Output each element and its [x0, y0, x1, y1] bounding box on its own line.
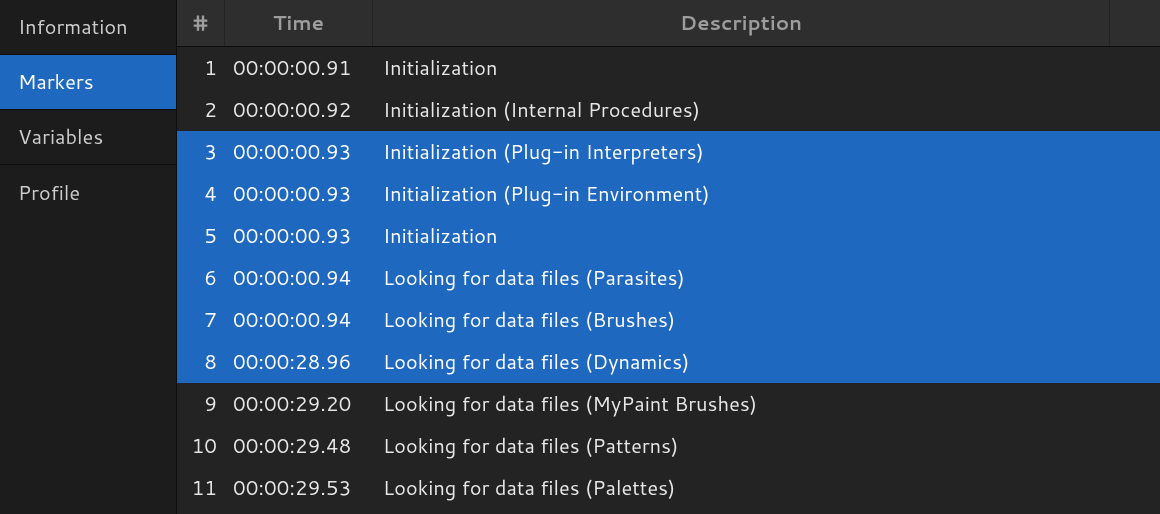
cell-description: Initialization — [373, 54, 1160, 82]
table-row[interactable]: 800:00:28.96Looking for data files (Dyna… — [177, 341, 1160, 383]
cell-time: 00:00:29.48 — [225, 432, 373, 460]
tab-label: Profile — [18, 179, 80, 207]
cell-description: Looking for data files (Brushes) — [373, 306, 1160, 334]
cell-number: 4 — [177, 180, 225, 208]
column-header-number[interactable]: # — [177, 0, 225, 46]
cell-description: Initialization (Plug-in Environment) — [373, 180, 1160, 208]
cell-description: Looking for data files (Dynamics) — [373, 348, 1160, 376]
table-row[interactable]: 600:00:00.94Looking for data files (Para… — [177, 257, 1160, 299]
tab-information[interactable]: Information — [0, 0, 176, 55]
tab-label: Markers — [18, 68, 94, 96]
table-row[interactable]: 900:00:29.20Looking for data files (MyPa… — [177, 383, 1160, 425]
cell-number: 5 — [177, 222, 225, 250]
cell-description: Initialization — [373, 222, 1160, 250]
tab-variables[interactable]: Variables — [0, 110, 176, 165]
cell-number: 1 — [177, 54, 225, 82]
cell-time: 00:00:29.53 — [225, 474, 373, 502]
cell-number: 3 — [177, 138, 225, 166]
tab-label: Information — [18, 13, 128, 41]
cell-time: 00:00:29.20 — [225, 390, 373, 418]
table-row[interactable]: 300:00:00.93Initialization (Plug-in Inte… — [177, 131, 1160, 173]
tab-profile[interactable]: Profile — [0, 165, 176, 220]
table-header: # Time Description — [177, 0, 1160, 47]
cell-number: 11 — [177, 474, 225, 502]
cell-description: Looking for data files (Palettes) — [373, 474, 1160, 502]
sidebar: Information Markers Variables Profile — [0, 0, 177, 514]
table-body: 100:00:00.91Initialization200:00:00.92In… — [177, 47, 1160, 514]
cell-number: 6 — [177, 264, 225, 292]
cell-time: 00:00:00.93 — [225, 180, 373, 208]
table-row[interactable]: 700:00:00.94Looking for data files (Brus… — [177, 299, 1160, 341]
table-row[interactable]: 500:00:00.93Initialization — [177, 215, 1160, 257]
table-row[interactable]: 100:00:00.91Initialization — [177, 47, 1160, 89]
cell-time: 00:00:00.93 — [225, 222, 373, 250]
tab-label: Variables — [18, 123, 103, 151]
cell-number: 2 — [177, 96, 225, 124]
cell-description: Looking for data files (Parasites) — [373, 264, 1160, 292]
cell-time: 00:00:28.96 — [225, 348, 373, 376]
tab-markers[interactable]: Markers — [0, 55, 176, 110]
cell-number: 10 — [177, 432, 225, 460]
cell-description: Initialization (Internal Procedures) — [373, 96, 1160, 124]
cell-time: 00:00:00.92 — [225, 96, 373, 124]
column-header-description[interactable]: Description — [373, 0, 1110, 46]
main-panel: # Time Description 100:00:00.91Initializ… — [177, 0, 1160, 514]
cell-time: 00:00:00.94 — [225, 264, 373, 292]
cell-time: 00:00:00.91 — [225, 54, 373, 82]
cell-number: 7 — [177, 306, 225, 334]
table-row[interactable]: 200:00:00.92Initialization (Internal Pro… — [177, 89, 1160, 131]
table-row[interactable]: 1000:00:29.48Looking for data files (Pat… — [177, 425, 1160, 467]
cell-description: Looking for data files (Patterns) — [373, 432, 1160, 460]
column-header-spacer — [1110, 0, 1160, 46]
cell-number: 8 — [177, 348, 225, 376]
cell-time: 00:00:00.93 — [225, 138, 373, 166]
cell-description: Initialization (Plug-in Interpreters) — [373, 138, 1160, 166]
cell-time: 00:00:00.94 — [225, 306, 373, 334]
table-row[interactable]: 1100:00:29.53Looking for data files (Pal… — [177, 467, 1160, 509]
cell-description: Looking for data files (MyPaint Brushes) — [373, 390, 1160, 418]
cell-number: 9 — [177, 390, 225, 418]
table-row[interactable]: 400:00:00.93Initialization (Plug-in Envi… — [177, 173, 1160, 215]
column-header-time[interactable]: Time — [225, 0, 373, 46]
